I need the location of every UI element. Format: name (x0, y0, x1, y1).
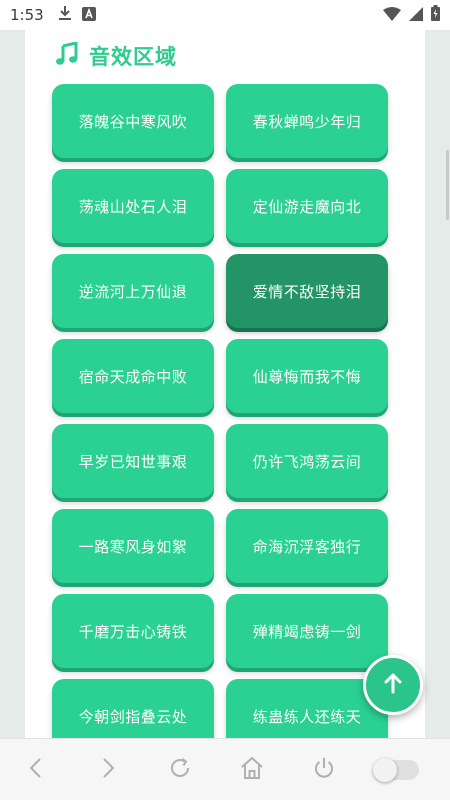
effect-button[interactable]: 早岁已知世事艰 (52, 424, 214, 498)
effect-button[interactable]: 荡魂山处石人泪 (52, 169, 214, 243)
effect-button[interactable]: 落魄谷中寒风吹 (52, 84, 214, 158)
refresh-button[interactable] (144, 739, 216, 800)
download-icon (58, 5, 72, 25)
scrollbar[interactable] (446, 150, 449, 220)
forward-button[interactable] (72, 739, 144, 800)
section-title: 音效区域 (89, 45, 177, 69)
home-icon (239, 755, 265, 785)
section-header: 音效区域 (55, 40, 177, 72)
effect-button[interactable]: 仙尊悔而我不悔 (226, 339, 388, 413)
home-button[interactable] (216, 739, 288, 800)
app-a-icon (81, 6, 96, 25)
signal-icon (409, 6, 423, 25)
forward-icon (100, 757, 116, 783)
effect-button[interactable]: 定仙游走魔向北 (226, 169, 388, 243)
power-icon (312, 756, 336, 784)
toggle-switch[interactable] (373, 757, 419, 782)
effect-button[interactable]: 一路寒风身如絮 (52, 509, 214, 583)
effect-button-active[interactable]: 爱情不敌坚持泪 (226, 254, 388, 328)
toggle-knob (373, 757, 397, 782)
bottom-nav (0, 738, 450, 800)
page-content: 音效区域 落魄谷中寒风吹 春秋蝉鸣少年归 荡魂山处石人泪 定仙游走魔向北 逆流河… (0, 30, 450, 738)
effect-button[interactable]: 逆流河上万仙退 (52, 254, 214, 328)
effect-button[interactable]: 今朝剑指叠云处 (52, 679, 214, 738)
effects-card: 音效区域 落魄谷中寒风吹 春秋蝉鸣少年归 荡魂山处石人泪 定仙游走魔向北 逆流河… (25, 30, 425, 738)
effect-button[interactable]: 宿命天成命中败 (52, 339, 214, 413)
power-button[interactable] (288, 739, 360, 800)
back-icon (28, 757, 44, 783)
refresh-icon (168, 756, 192, 784)
music-note-icon (55, 41, 79, 70)
effect-button[interactable]: 殚精竭虑铸一剑 (226, 594, 388, 668)
effect-button[interactable]: 命海沉浮客独行 (226, 509, 388, 583)
effects-grid: 落魄谷中寒风吹 春秋蝉鸣少年归 荡魂山处石人泪 定仙游走魔向北 逆流河上万仙退 … (52, 84, 388, 738)
effect-button[interactable]: 春秋蝉鸣少年归 (226, 84, 388, 158)
wifi-icon (383, 6, 401, 25)
effect-button[interactable]: 千磨万击心铸铁 (52, 594, 214, 668)
battery-charging-icon (431, 5, 440, 25)
arrow-up-icon (381, 671, 405, 699)
back-button[interactable] (0, 739, 72, 800)
status-bar: 1:53 (0, 0, 450, 30)
scroll-to-top-button[interactable] (363, 655, 423, 715)
toggle-wrapper (360, 739, 432, 800)
status-time: 1:53 (10, 6, 44, 24)
effect-button[interactable]: 仍许飞鸿荡云间 (226, 424, 388, 498)
